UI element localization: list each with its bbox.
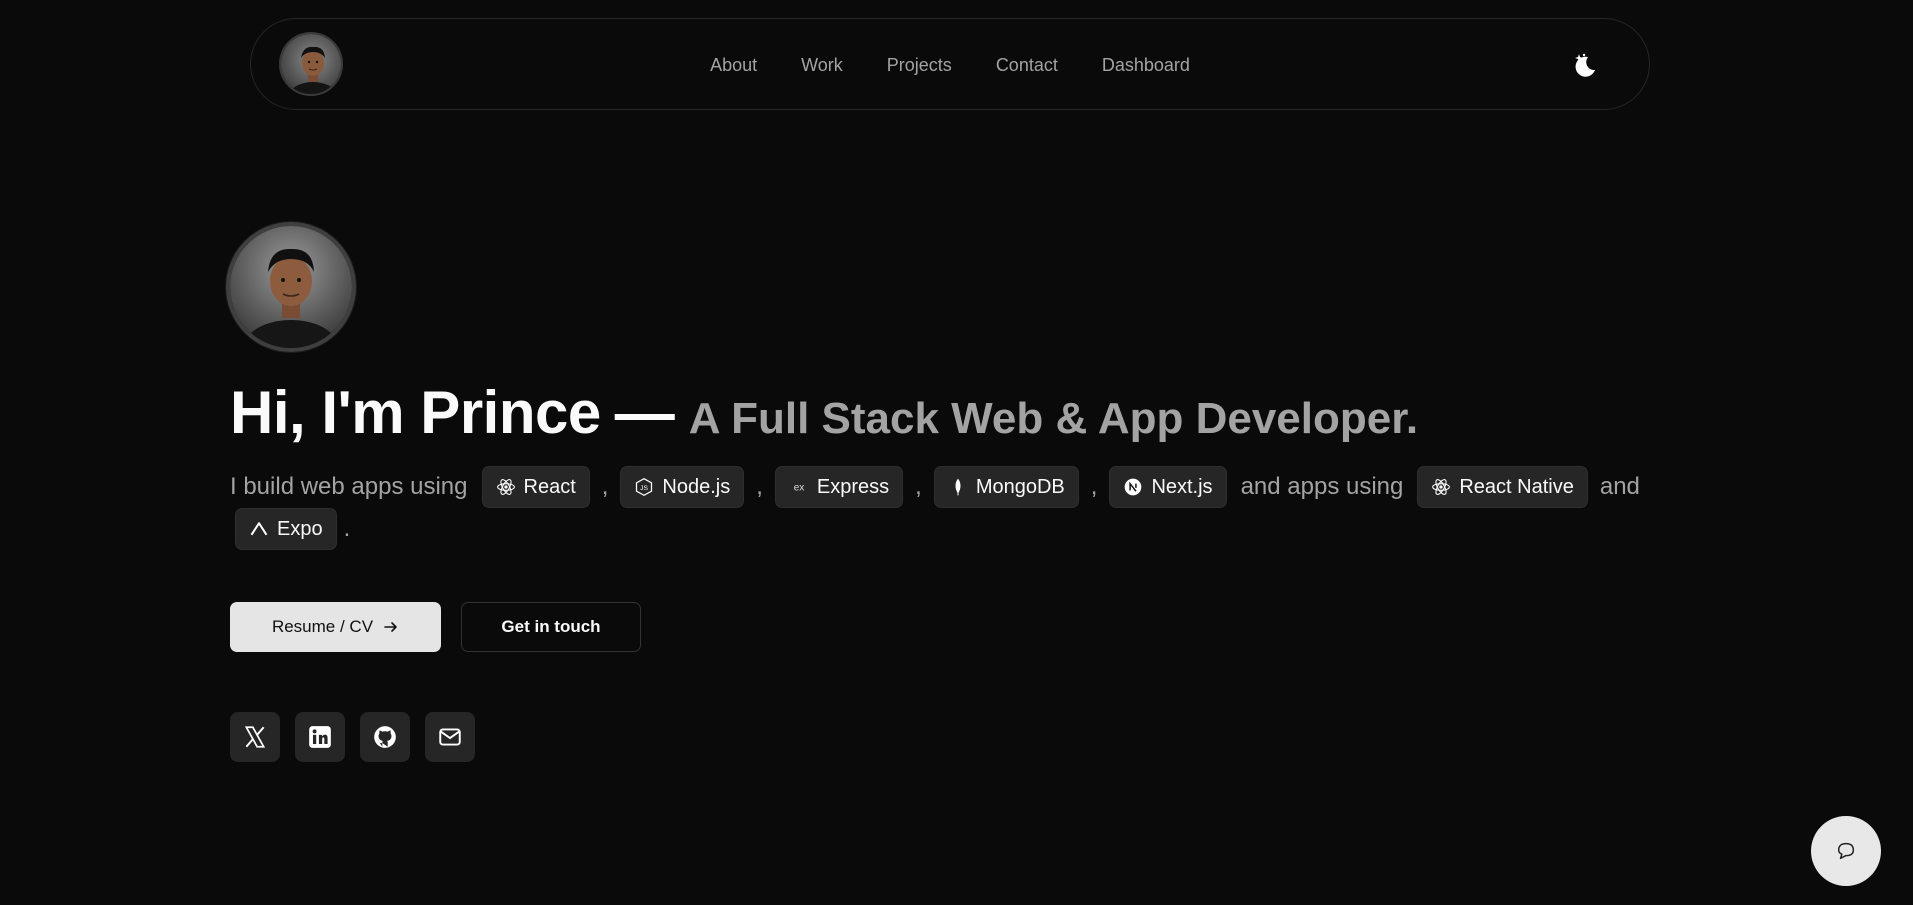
chip-react-native: React Native [1417, 466, 1588, 508]
nav-link-about[interactable]: About [710, 55, 757, 76]
profile-photo-icon [230, 226, 352, 348]
chat-bubble-icon [1837, 842, 1855, 860]
resume-button[interactable]: Resume / CV [230, 602, 441, 652]
avatar-photo-icon [281, 34, 341, 94]
nextjs-icon [1125, 478, 1142, 496]
social-links [230, 712, 475, 762]
arrow-right-icon [384, 622, 397, 632]
separator-comma: , [915, 473, 922, 500]
chip-mongodb: MongoDB [933, 466, 1079, 508]
chip-react: React [481, 466, 590, 508]
express-icon: ex [794, 482, 805, 493]
github-icon [374, 726, 396, 748]
intro-period: . [343, 515, 351, 542]
separator-comma: , [756, 473, 763, 500]
mail-icon [439, 728, 461, 746]
mongodb-icon [955, 478, 961, 496]
intro-row-2: Expo . [230, 508, 1650, 550]
hero-role: A Full Stack Web & App Developer. [688, 394, 1419, 443]
nav-avatar[interactable] [279, 32, 343, 96]
top-navbar: About Work Projects Contact Dashboard [250, 18, 1650, 110]
intro-row-1: I build web apps using React , JS Node.j… [230, 466, 1650, 508]
chip-express: ex Express [774, 466, 904, 508]
separator-comma: , [1090, 473, 1098, 500]
chip-label: Node.js [662, 476, 731, 498]
x-twitter-icon [244, 726, 266, 748]
chat-button[interactable] [1811, 816, 1881, 886]
nav-link-projects[interactable]: Projects [887, 55, 952, 76]
intro-middle: and apps using [1240, 473, 1404, 500]
social-mail-link[interactable] [425, 712, 475, 762]
svg-text:ex: ex [794, 482, 805, 493]
chip-label: Express [816, 476, 890, 498]
get-in-touch-button[interactable]: Get in touch [461, 602, 641, 652]
nodejs-icon: JS [636, 477, 653, 497]
intro-and: and [1599, 473, 1640, 500]
nav-links: About Work Projects Contact Dashboard [251, 19, 1649, 111]
chip-expo: Expo [235, 508, 337, 550]
nav-link-work[interactable]: Work [801, 55, 843, 76]
hero-headline: Hi, I'm Prince — A Full Stack Web & App … [230, 378, 1418, 447]
intro-prefix: I build web apps using [230, 473, 468, 500]
chip-nodejs: JS Node.js [620, 466, 745, 508]
hero-avatar [226, 222, 356, 352]
moon-stars-icon [1575, 53, 1595, 77]
chip-label: Next.js [1151, 476, 1213, 498]
portfolio-page: About Work Projects Contact Dashboard Hi… [0, 0, 1913, 905]
separator-comma: , [601, 473, 609, 500]
hero-dash: — [614, 379, 675, 446]
chip-nextjs: Next.js [1109, 466, 1227, 508]
hero-intro: I build web apps using React , JS Node.j… [230, 466, 1650, 550]
resume-button-label: Resume / CV [271, 617, 374, 636]
social-x-link[interactable] [230, 712, 280, 762]
expo-icon [250, 522, 268, 536]
chip-label: MongoDB [975, 476, 1065, 498]
linkedin-icon [309, 726, 331, 748]
get-in-touch-label: Get in touch [501, 617, 601, 636]
svg-text:JS: JS [641, 485, 649, 492]
social-github-link[interactable] [360, 712, 410, 762]
hero-name: Hi, I'm Prince [230, 379, 601, 446]
react-icon [1432, 479, 1451, 495]
react-icon [496, 479, 515, 495]
chip-label: Expo [277, 518, 323, 540]
chip-label: React Native [1459, 476, 1574, 498]
social-linkedin-link[interactable] [295, 712, 345, 762]
nav-link-contact[interactable]: Contact [996, 55, 1058, 76]
theme-toggle-button[interactable] [1571, 51, 1599, 79]
chip-label: React [523, 476, 576, 498]
nav-link-dashboard[interactable]: Dashboard [1102, 55, 1190, 76]
